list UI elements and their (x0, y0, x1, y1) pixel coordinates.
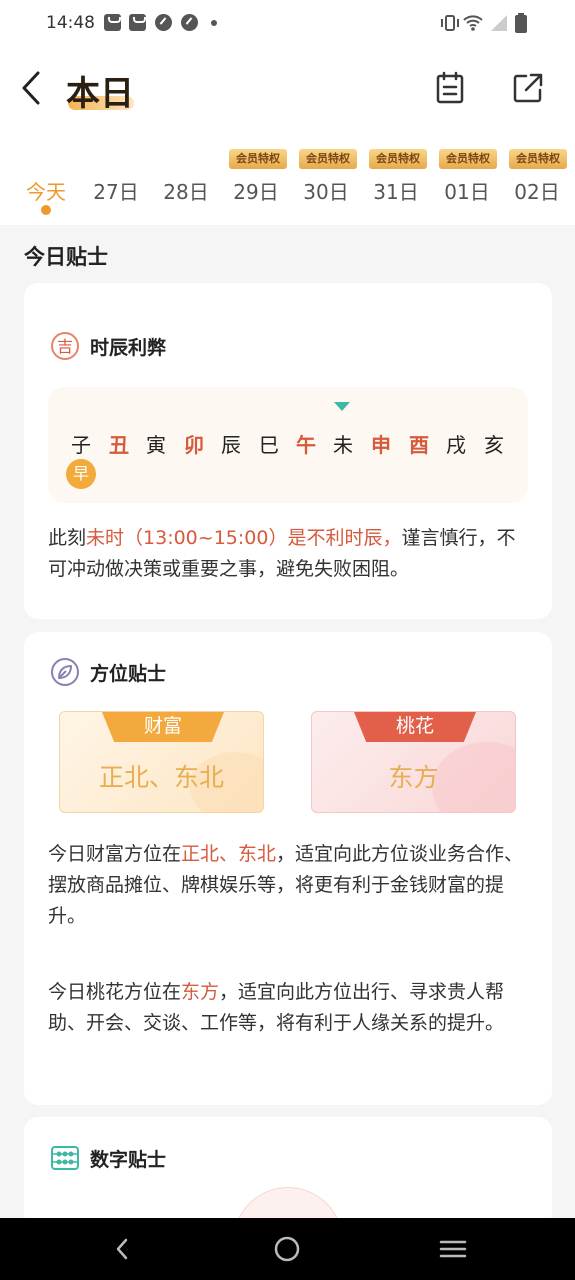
vip-badge: 会员特权 (229, 149, 287, 169)
peach-text-lead: 今日桃花方位在 (48, 981, 182, 1003)
wealth-description: 今日财富方位在正北、东北，适宜向此方位谈业务合作、摆放商品摊位、牌棋娱乐等，将更… (48, 839, 532, 932)
hours-timeline: 子 丑 寅 卯 辰 巳 午 未 申 酉 戌 亥 早 (48, 387, 528, 503)
hour-label: 巳 (259, 433, 279, 457)
vibrate-icon (441, 15, 459, 31)
date-tab-27[interactable]: 27日 (86, 176, 146, 205)
hour-label: 亥 (484, 433, 504, 457)
vip-badge: 会员特权 (509, 149, 567, 169)
shopping-bag-icon (104, 14, 121, 31)
hour-label-bad: 丑 (109, 433, 129, 457)
hour-label-bad: 酉 (409, 433, 429, 457)
current-hour-marker (334, 402, 350, 411)
direction-card-title: 方位贴士 (90, 662, 167, 685)
date-tab-02[interactable]: 02日 (507, 176, 567, 205)
peach-text-highlight: 东方 (181, 981, 220, 1003)
wealth-value: 正北、东北 (98, 763, 224, 792)
nav-recents-icon[interactable] (438, 1234, 468, 1264)
vip-badge: 会员特权 (369, 149, 427, 169)
calendar-icon[interactable] (432, 70, 468, 106)
vip-badge: 会员特权 (299, 149, 357, 169)
peach-value: 东方 (388, 763, 439, 792)
direction-card-header: 方位贴士 (50, 657, 166, 687)
nav-back-icon[interactable] (108, 1234, 138, 1264)
hours-text-highlight: 未时（13:00~15:00）是不利时辰， (86, 527, 402, 549)
share-icon[interactable] (510, 70, 546, 106)
nav-home-icon[interactable] (272, 1234, 302, 1264)
auspicious-icon-text: 吉 (57, 337, 73, 356)
number-card-title: 数字贴士 (90, 1148, 167, 1171)
signal-icon (491, 15, 507, 31)
wealth-direction-card: 财富 正北、东北 (59, 711, 264, 813)
morning-badge: 早 (66, 459, 96, 489)
date-tab-01[interactable]: 01日 (437, 176, 497, 205)
date-tab-today[interactable]: 今天 (16, 176, 76, 205)
abacus-icon (51, 1146, 79, 1170)
date-tab-29[interactable]: 29日 (226, 176, 286, 205)
peach-direction-card: 桃花 东方 (311, 711, 516, 813)
compass-leaf-icon (51, 658, 79, 686)
hours-description: 此刻未时（13:00~15:00）是不利时辰，谨言慎行，不可冲动做决策或重要之事… (48, 523, 532, 585)
date-tab-28[interactable]: 28日 (156, 176, 216, 205)
hours-card-header: 吉 时辰利弊 (50, 331, 166, 361)
direction-card: 方位贴士 财富 正北、东北 桃花 东方 今日财富方位在正北、东北，适宜向此方位谈… (24, 632, 552, 1105)
hours-text-lead: 此刻 (48, 527, 87, 549)
hour-label: 寅 (146, 433, 166, 457)
battery-icon (515, 13, 527, 33)
hour-label: 辰 (221, 433, 241, 457)
status-time: 14:48 (46, 13, 95, 33)
system-nav-bar (0, 1218, 575, 1280)
peach-description: 今日桃花方位在东方，适宜向此方位出行、寻求贵人帮助、开会、交谈、工作等，将有利于… (48, 977, 532, 1039)
wealth-text-highlight: 正北、东北 (181, 843, 277, 865)
section-title: 今日贴士 (24, 245, 108, 269)
header: 本日 (0, 48, 575, 130)
hour-label: 子 (71, 433, 91, 457)
wifi-icon (463, 15, 483, 31)
wealth-label: 财富 (102, 712, 224, 742)
date-tabs: 会员特权 会员特权 会员特权 会员特权 会员特权 今天 27日 28日 29日 … (0, 130, 575, 225)
vip-badge: 会员特权 (439, 149, 497, 169)
auspicious-icon: 吉 (51, 332, 79, 360)
peach-label: 桃花 (354, 712, 476, 742)
selected-date-indicator (41, 205, 51, 215)
hour-label: 戌 (446, 433, 466, 457)
status-bar: 14:48 (0, 0, 575, 48)
hours-card-title: 时辰利弊 (90, 336, 167, 359)
gauge-icon (155, 14, 172, 31)
hours-card: 吉 时辰利弊 子 丑 寅 卯 辰 巳 午 未 申 酉 戌 亥 早 此刻未时（13… (24, 283, 552, 619)
wealth-text-lead: 今日财富方位在 (48, 843, 182, 865)
shopping-bag-icon (129, 14, 146, 31)
hour-label-bad: 申 (371, 433, 391, 457)
more-notifications-icon (211, 20, 217, 26)
hour-label-bad: 卯 (184, 433, 204, 457)
gauge-icon (181, 14, 198, 31)
back-icon[interactable] (18, 70, 48, 106)
date-tab-31[interactable]: 31日 (366, 176, 426, 205)
page-title: 本日 (66, 74, 134, 114)
date-tab-30[interactable]: 30日 (296, 176, 356, 205)
number-card: 数字贴士 (24, 1117, 552, 1280)
hour-label: 未 (333, 433, 353, 457)
page-title-wrap: 本日 (66, 66, 134, 115)
hour-label-bad: 午 (296, 433, 316, 457)
number-card-header: 数字贴士 (50, 1143, 166, 1173)
